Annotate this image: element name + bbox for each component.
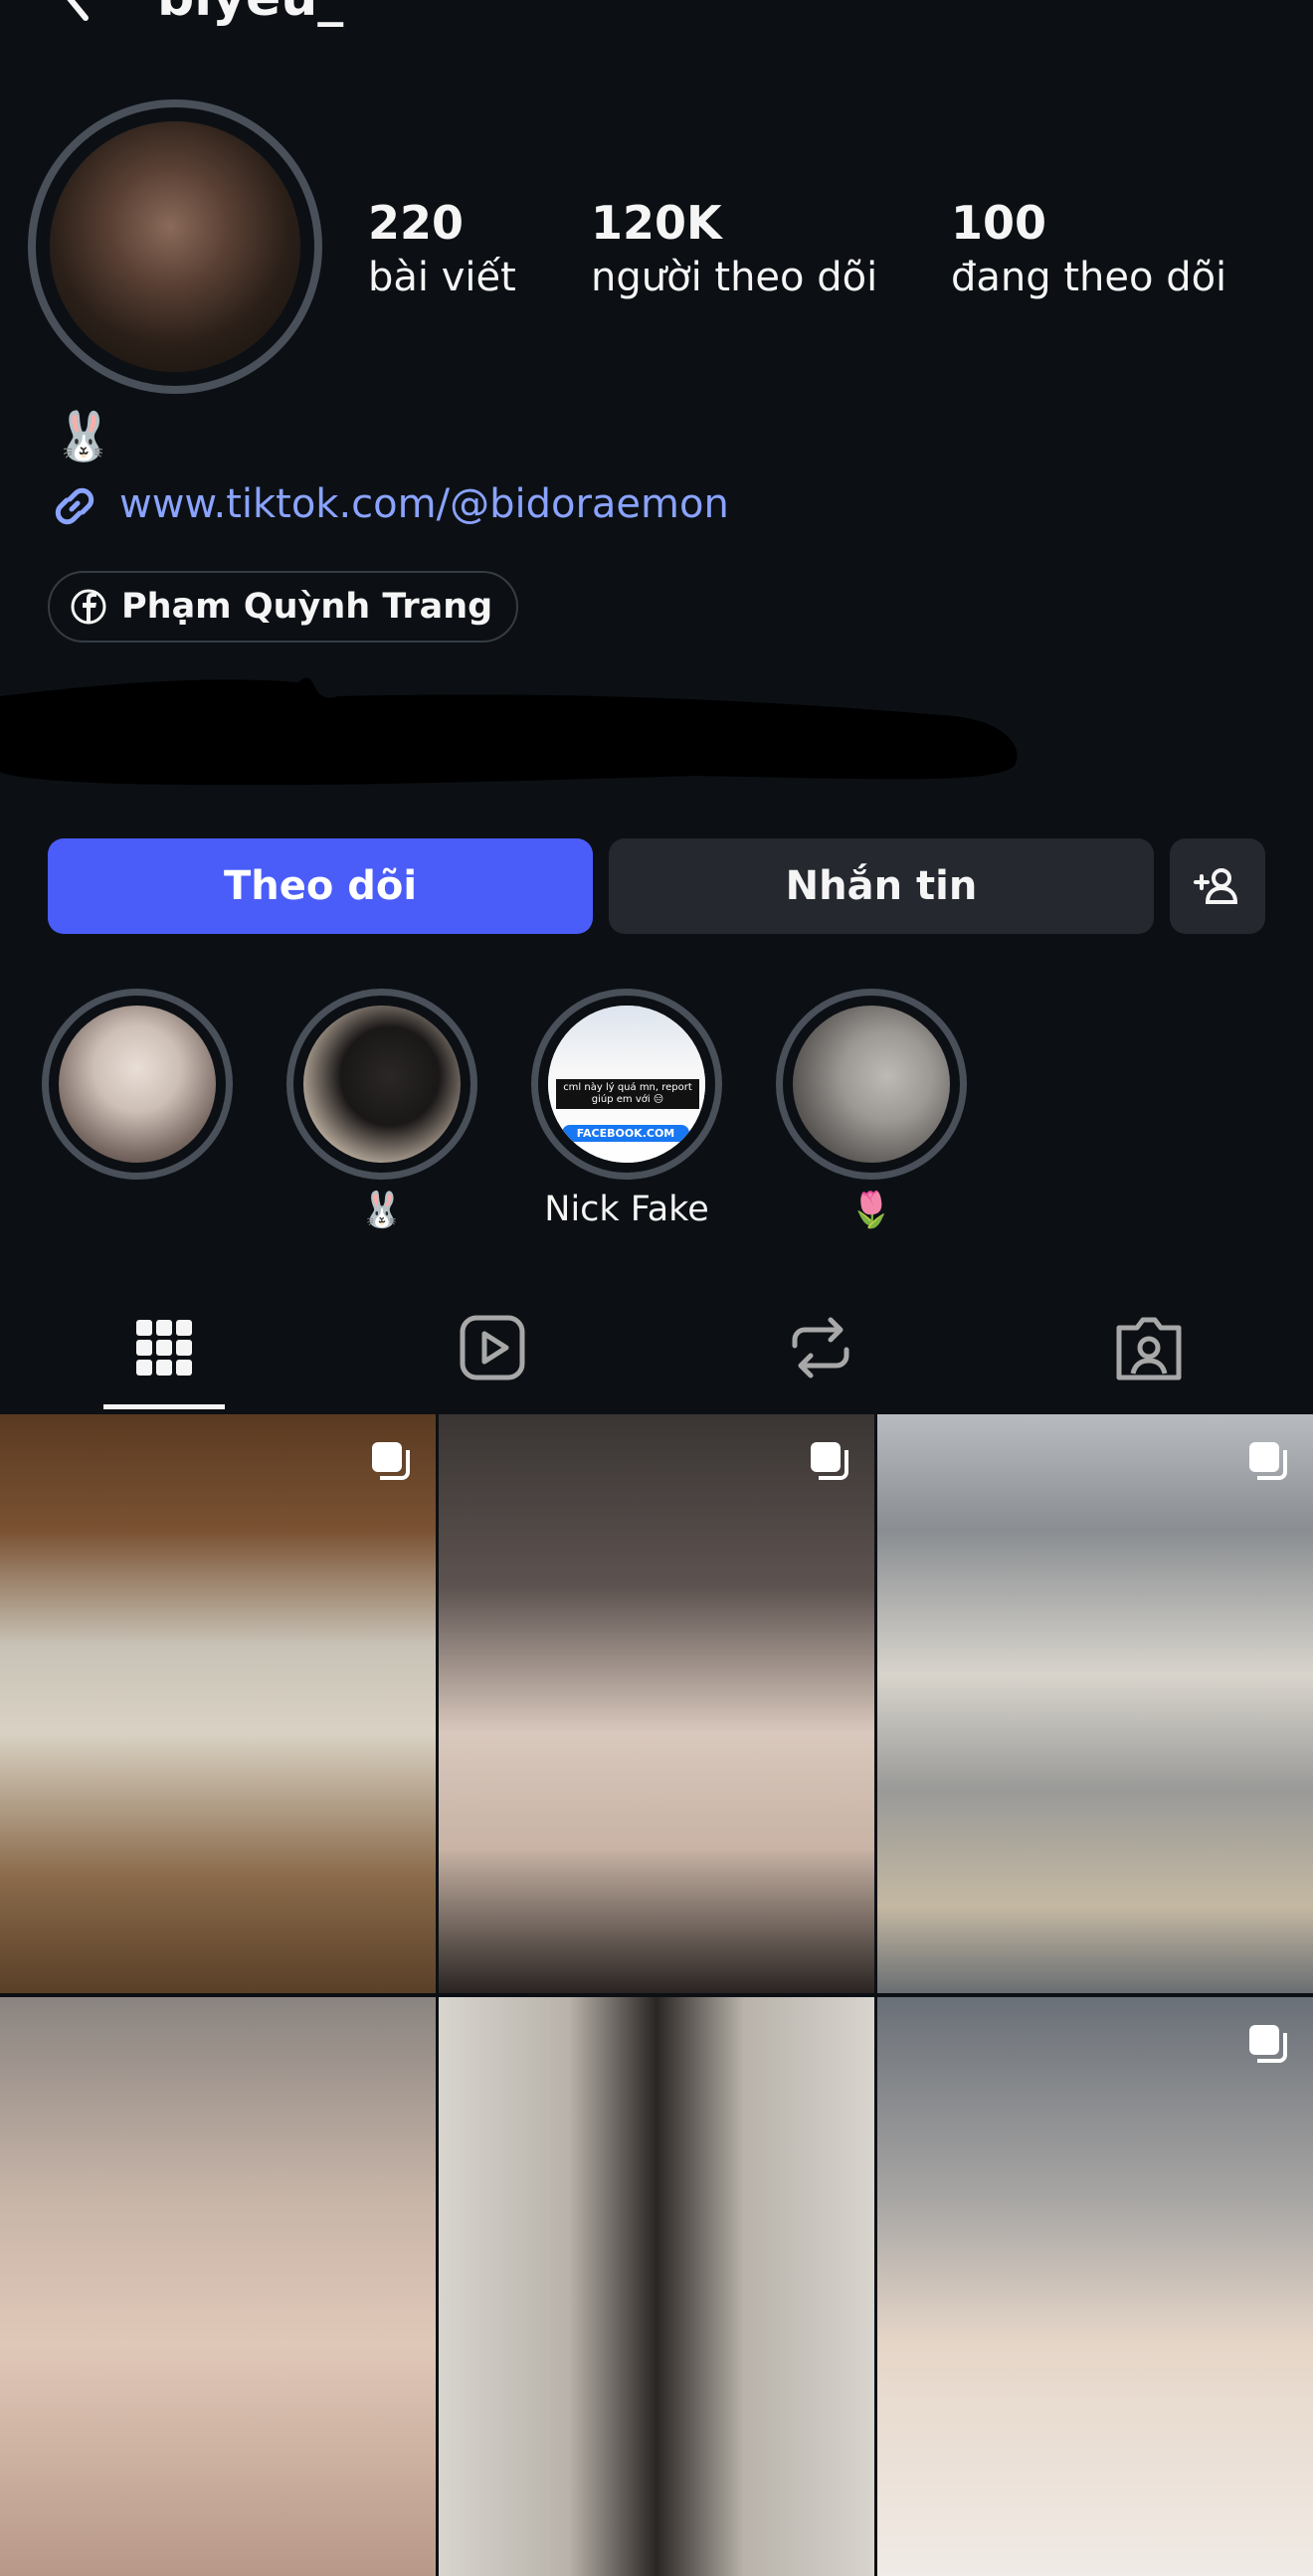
message-button[interactable]: Nhắn tin: [609, 838, 1154, 934]
post-thumbnail[interactable]: [439, 1414, 874, 1993]
story-highlight-3[interactable]: cml này lý quá mn, report giúp em với 😑 …: [531, 989, 722, 1180]
posts-label: bài viết: [368, 255, 516, 300]
multi-photo-icon: [1249, 1442, 1287, 1480]
multi-photo-icon: [811, 1442, 848, 1480]
story-highlight-4[interactable]: [776, 989, 967, 1180]
profile-avatar[interactable]: [28, 99, 322, 394]
multi-photo-icon: [372, 1442, 410, 1480]
bio-emoji: 🐰: [54, 409, 113, 464]
tab-posts-grid[interactable]: [124, 1308, 204, 1387]
highlight-label-3: Nick Fake: [544, 1190, 709, 1229]
posts-grid: [0, 1414, 1313, 2576]
stat-followers[interactable]: 120K người theo dõi: [591, 195, 877, 304]
tab-tagged[interactable]: [1109, 1308, 1189, 1387]
post-thumbnail[interactable]: [0, 1997, 436, 2576]
story-highlight-1[interactable]: [42, 989, 233, 1180]
redaction-scribble: [0, 677, 1018, 786]
tab-reposts[interactable]: [781, 1308, 860, 1387]
follow-button[interactable]: Theo dõi: [48, 838, 593, 934]
posts-count: 220: [368, 196, 465, 250]
bio-link[interactable]: www.tiktok.com/@bidoraemon: [119, 481, 729, 527]
highlight-label-4: 🌷: [849, 1191, 893, 1230]
stat-following[interactable]: 100 đang theo dõi: [951, 195, 1226, 304]
link-icon: [55, 487, 94, 525]
tab-reels[interactable]: [453, 1308, 532, 1387]
suggest-users-button[interactable]: [1170, 838, 1265, 934]
post-thumbnail[interactable]: [877, 1414, 1313, 1993]
followers-count: 120K: [591, 196, 722, 250]
facebook-icon: [71, 589, 106, 625]
back-arrow-icon[interactable]: [52, 0, 103, 22]
stat-posts[interactable]: 220 bài viết: [368, 195, 516, 304]
highlight-overlay-site: FACEBOOK.COM: [562, 1125, 689, 1142]
active-tab-indicator: [103, 1404, 225, 1409]
facebook-profile-chip[interactable]: Phạm Quỳnh Trang: [48, 571, 519, 643]
post-thumbnail[interactable]: [877, 1997, 1313, 2576]
post-thumbnail[interactable]: [439, 1997, 874, 2576]
add-user-icon: [1194, 868, 1238, 904]
highlight-overlay-caption: cml này lý quá mn, report giúp em với 😑: [556, 1079, 699, 1109]
following-label: đang theo dõi: [951, 255, 1227, 300]
followers-label: người theo dõi: [591, 255, 878, 300]
post-thumbnail[interactable]: [0, 1414, 436, 1993]
profile-username: biyeu_: [157, 0, 343, 28]
story-highlight-2[interactable]: [286, 989, 477, 1180]
following-count: 100: [951, 196, 1047, 250]
multi-photo-icon: [1249, 2025, 1287, 2063]
facebook-name: Phạm Quỳnh Trang: [121, 587, 493, 627]
highlight-label-2: 🐰: [360, 1191, 404, 1230]
